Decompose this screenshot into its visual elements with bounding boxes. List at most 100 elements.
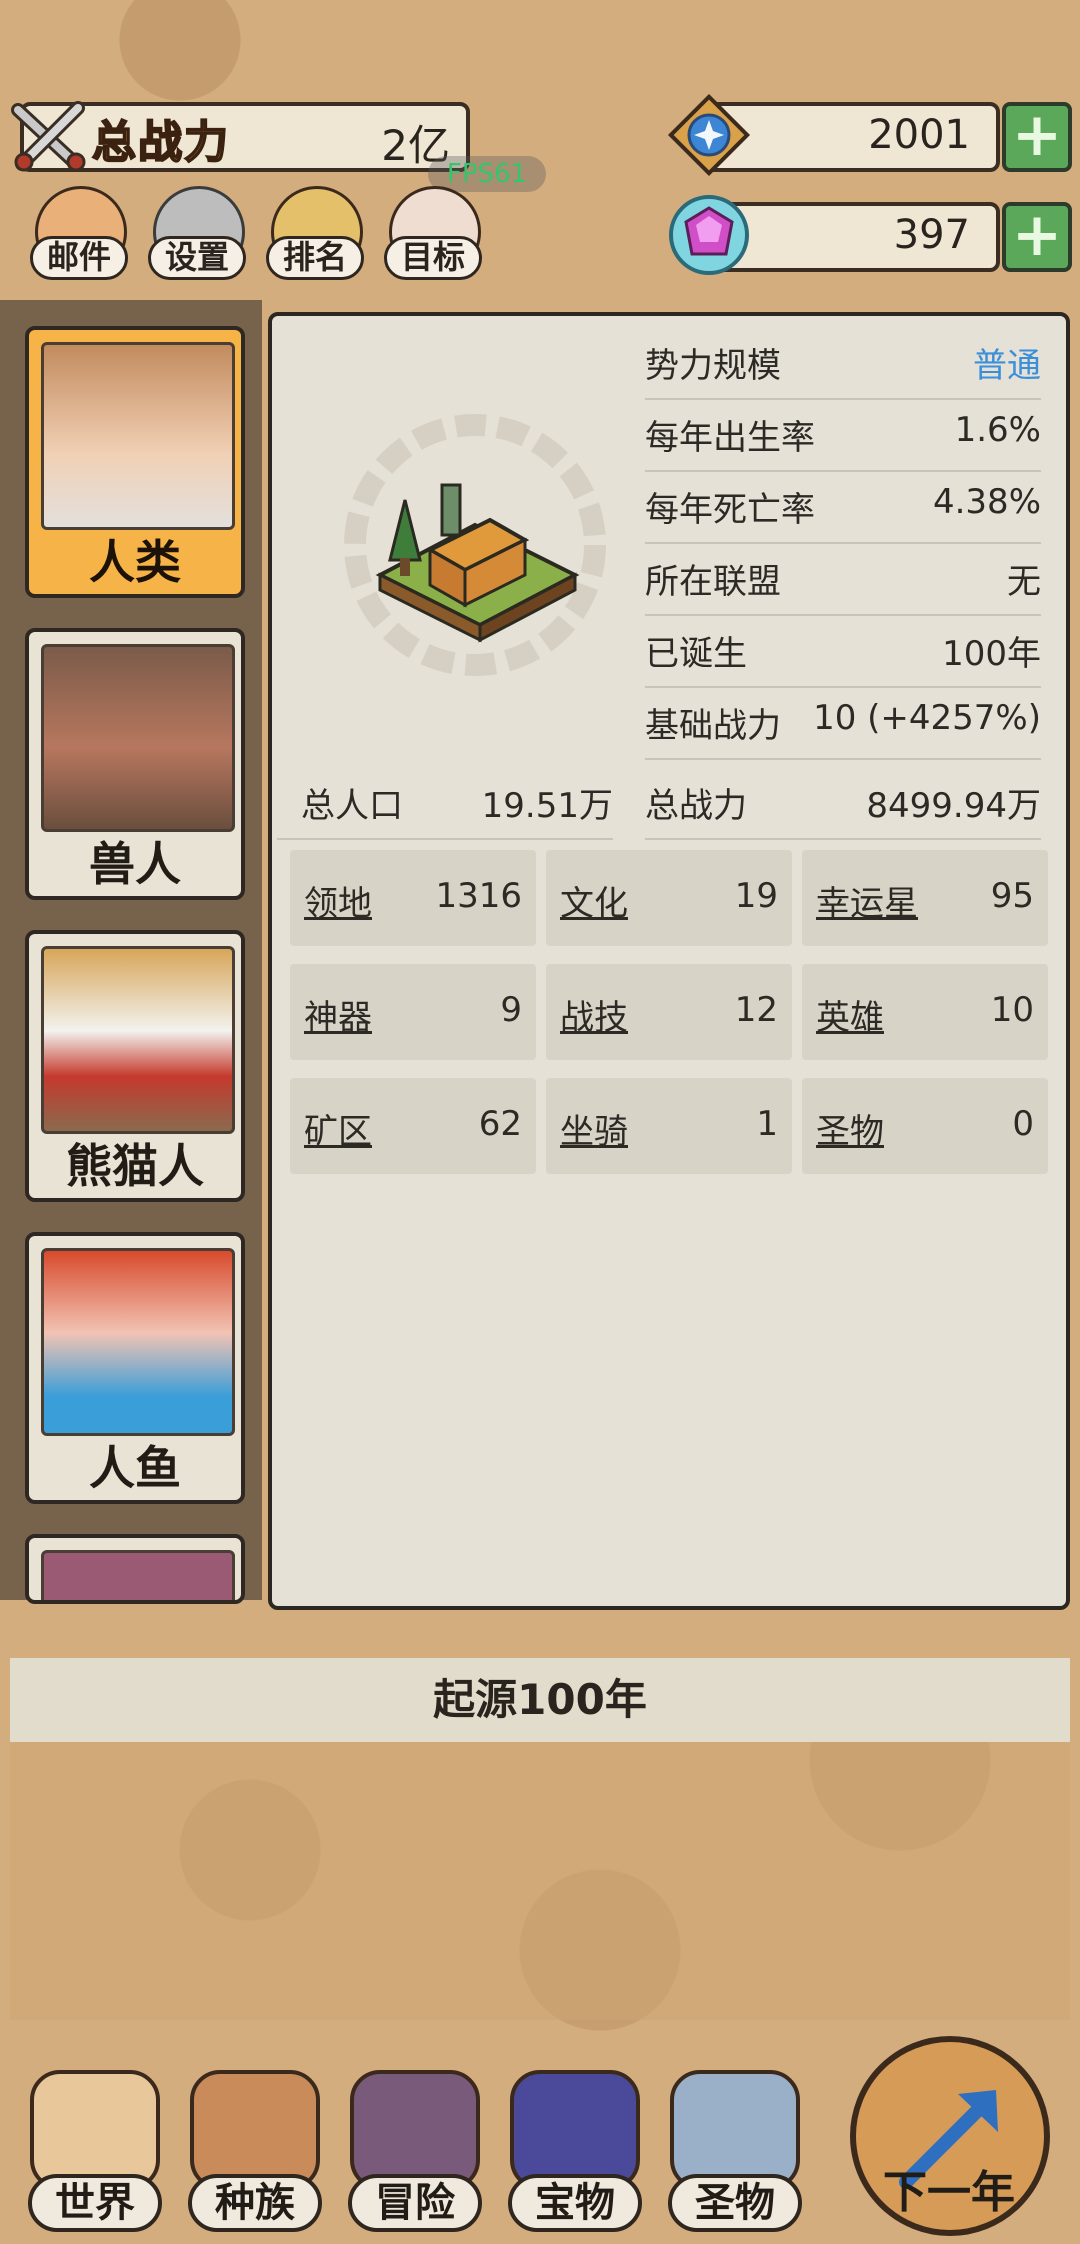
stat-value: 8499.94万 — [866, 786, 1041, 826]
stat-value: 100年 — [942, 634, 1041, 674]
nav-label: 世界 — [28, 2174, 162, 2232]
stat-label: 已诞生 — [645, 634, 747, 674]
crossed-swords-icon — [11, 101, 86, 172]
add-gem-button[interactable]: + — [1002, 202, 1072, 272]
grid-artifact[interactable]: 神器 9 — [290, 964, 536, 1060]
settings-label: 设置 — [148, 236, 246, 280]
nav-relic[interactable]: 圣物 — [660, 2070, 810, 2240]
race-card-human[interactable]: 人类 — [25, 326, 245, 598]
stat-label: 势力规模 — [645, 346, 781, 386]
merfolk-portrait — [41, 1248, 235, 1436]
grid-combat-skill[interactable]: 战技 12 — [546, 964, 792, 1060]
stat-population: 总人口 19.51万 — [277, 768, 613, 840]
orc-portrait — [41, 644, 235, 832]
stat-age: 已诞生 100年 — [645, 616, 1041, 688]
goal-label: 目标 — [384, 236, 482, 280]
grid-label[interactable]: 英雄 — [816, 990, 884, 1039]
race-card-next[interactable] — [25, 1534, 245, 1604]
ranking-label: 排名 — [266, 236, 364, 280]
grid-value: 12 — [734, 990, 778, 1030]
gold-value: 2001 — [868, 112, 970, 158]
nav-race[interactable]: 种族 — [180, 2070, 330, 2240]
stat-value: 10 (+4257%) — [813, 698, 1041, 738]
grid-value: 19 — [734, 876, 778, 916]
force-scale-link[interactable]: 普通 — [973, 338, 1041, 387]
total-power-value: 2亿 — [381, 121, 450, 170]
grid-label[interactable]: 战技 — [560, 990, 628, 1039]
pandaren-portrait — [41, 946, 235, 1134]
world-map-icon — [30, 2070, 160, 2190]
stat-death-rate: 每年死亡率 4.38% — [645, 472, 1041, 544]
race-name: 人类 — [89, 535, 181, 589]
stat-force-scale: 势力规模 普通 — [645, 328, 1041, 400]
grid-lucky-star[interactable]: 幸运星 95 — [802, 850, 1048, 946]
race-name: 熊猫人 — [66, 1139, 204, 1193]
grid-value: 1 — [756, 1104, 778, 1144]
grid-culture[interactable]: 文化 19 — [546, 850, 792, 946]
nav-world[interactable]: 世界 — [20, 2070, 170, 2240]
nav-label: 冒险 — [348, 2174, 482, 2232]
add-gold-button[interactable]: + — [1002, 102, 1072, 172]
grid-value: 95 — [990, 876, 1034, 916]
grid-label[interactable]: 神器 — [304, 990, 372, 1039]
grid-mine[interactable]: 矿区 62 — [290, 1078, 536, 1174]
stat-total-power: 总战力 8499.94万 — [645, 768, 1041, 840]
compass-coin-icon — [667, 93, 751, 177]
event-log[interactable] — [10, 1742, 1070, 2020]
next-year-label[interactable]: 下一年 — [874, 2156, 1024, 2220]
settlement-house-icon — [344, 414, 606, 676]
stat-label: 每年出生率 — [645, 418, 815, 458]
stat-value: 4.38% — [932, 482, 1041, 522]
grid-value: 9 — [500, 990, 522, 1030]
next-race-portrait — [41, 1550, 235, 1600]
grid-label[interactable]: 领地 — [304, 876, 372, 925]
race-icon — [190, 2070, 320, 2190]
goal-button[interactable]: 目标 — [384, 186, 484, 286]
grid-territory[interactable]: 领地 1316 — [290, 850, 536, 946]
stat-birth-rate: 每年出生率 1.6% — [645, 400, 1041, 472]
gem-icon — [669, 195, 749, 275]
adventure-icon — [350, 2070, 480, 2190]
race-card-pandaren[interactable]: 熊猫人 — [25, 930, 245, 1202]
race-card-orc[interactable]: 兽人 — [25, 628, 245, 900]
stat-base-power: 基础战力 10 (+4257%) — [645, 688, 1041, 760]
nav-label: 宝物 — [508, 2174, 642, 2232]
nav-adventure[interactable]: 冒险 — [340, 2070, 490, 2240]
grid-label[interactable]: 文化 — [560, 876, 628, 925]
grid-label[interactable]: 矿区 — [304, 1104, 372, 1153]
relic-icon — [670, 2070, 800, 2190]
stat-value: 19.51万 — [481, 786, 613, 826]
mail-label: 邮件 — [30, 236, 128, 280]
grid-label[interactable]: 圣物 — [816, 1104, 884, 1153]
origin-year-header: 起源100年 — [10, 1658, 1070, 1742]
stat-value: 1.6% — [954, 410, 1041, 450]
stat-label: 所在联盟 — [645, 562, 781, 602]
race-name: 兽人 — [89, 837, 181, 891]
grid-relic[interactable]: 圣物 0 — [802, 1078, 1048, 1174]
nav-treasure[interactable]: 宝物 — [500, 2070, 650, 2240]
stat-label: 每年死亡率 — [645, 490, 815, 530]
grid-value: 62 — [478, 1104, 522, 1144]
stat-label: 总战力 — [645, 786, 747, 826]
grid-mount[interactable]: 坐骑 1 — [546, 1078, 792, 1174]
mail-button[interactable]: 邮件 — [30, 186, 130, 286]
race-card-merfolk[interactable]: 人鱼 — [25, 1232, 245, 1504]
grid-label[interactable]: 幸运星 — [816, 876, 918, 925]
settings-button[interactable]: 设置 — [148, 186, 248, 286]
nav-label: 圣物 — [668, 2174, 802, 2232]
grid-label[interactable]: 坐骑 — [560, 1104, 628, 1153]
stat-alliance: 所在联盟 无 — [645, 544, 1041, 616]
nav-label: 种族 — [188, 2174, 322, 2232]
grid-value: 1316 — [435, 876, 522, 916]
grid-hero[interactable]: 英雄 10 — [802, 964, 1048, 1060]
grid-value: 10 — [990, 990, 1034, 1030]
treasure-chest-icon — [510, 2070, 640, 2190]
stat-value: 无 — [1007, 562, 1041, 602]
gem-value: 397 — [893, 212, 970, 258]
total-power-label: 总战力 — [91, 116, 230, 169]
ranking-button[interactable]: 排名 — [266, 186, 366, 286]
race-name: 人鱼 — [89, 1441, 181, 1495]
stat-label: 总人口 — [301, 786, 403, 826]
stat-label: 基础战力 — [645, 706, 781, 746]
human-portrait — [41, 342, 235, 530]
